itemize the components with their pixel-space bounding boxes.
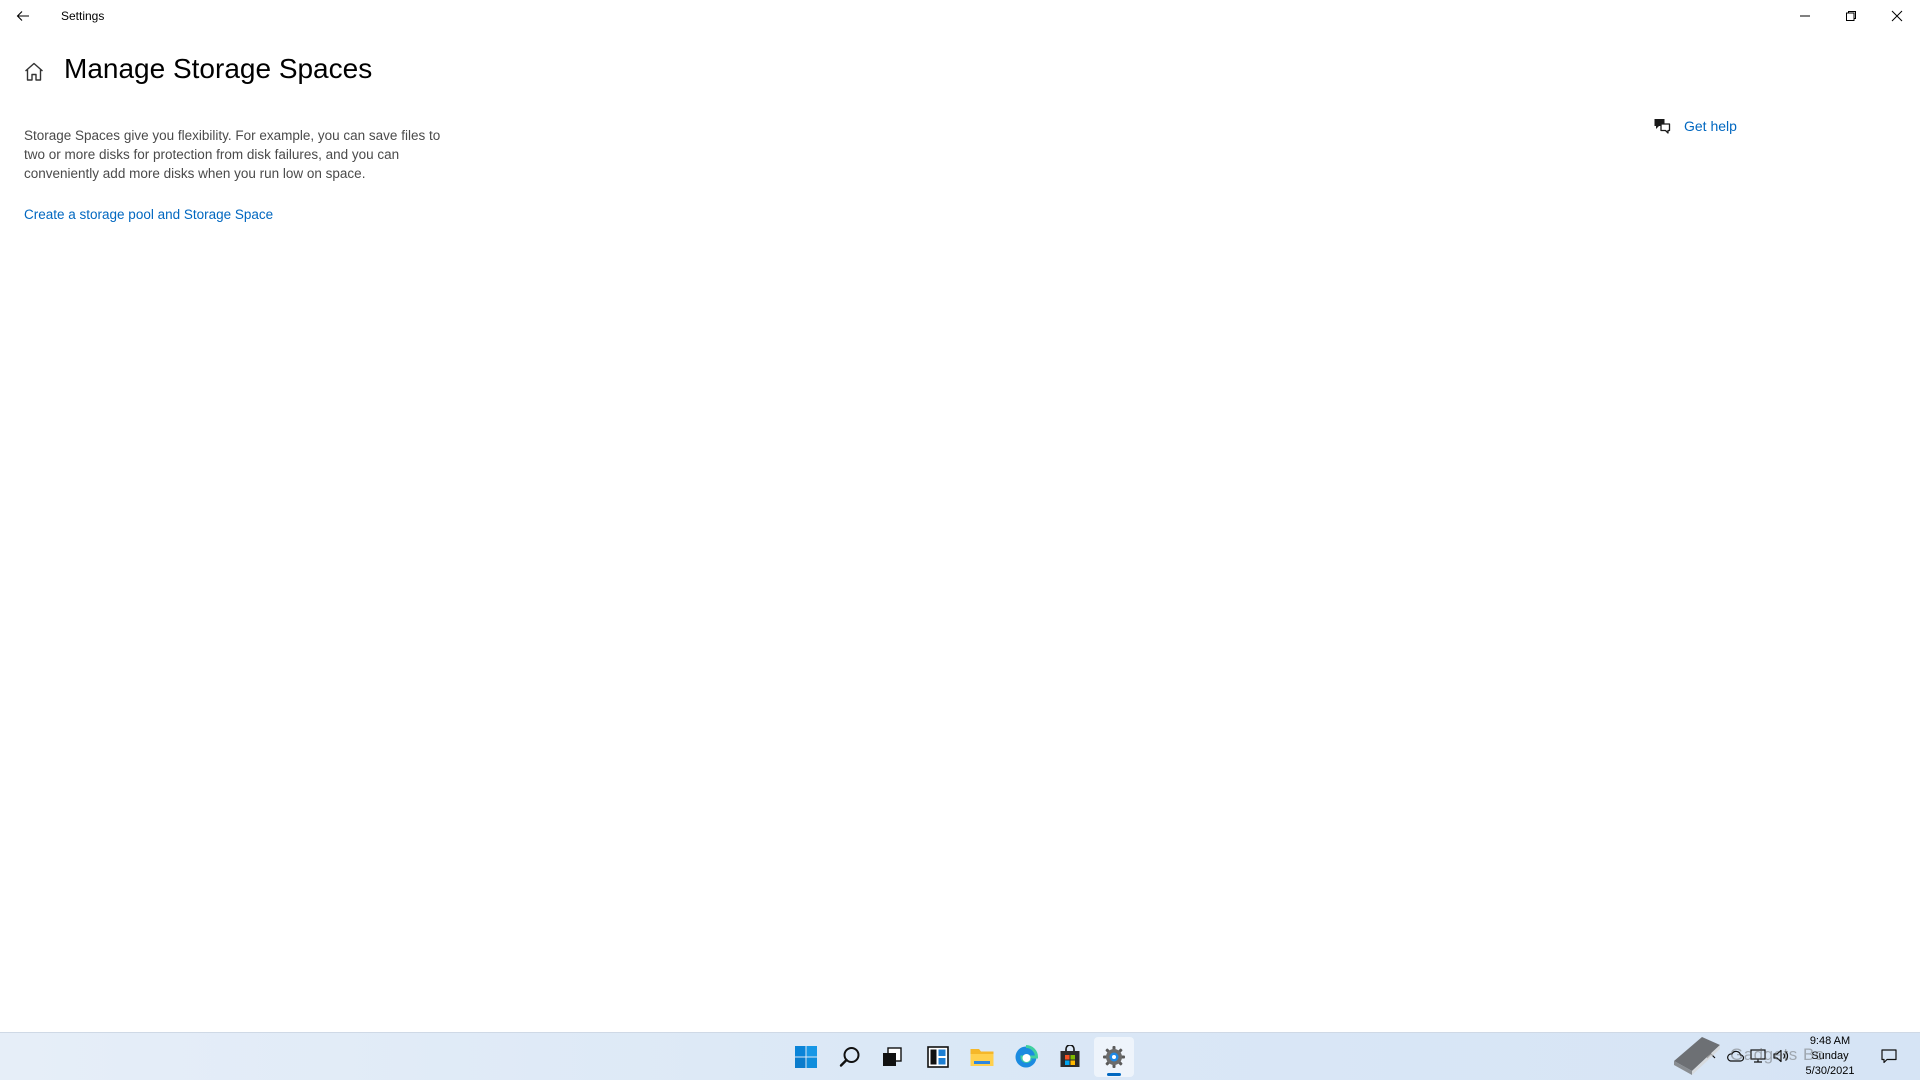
settings-window: Settings Manage Storage Spaces Storage S… [0, 0, 1920, 1080]
search-button[interactable] [830, 1037, 870, 1077]
task-view-icon [883, 1047, 902, 1066]
settings-taskbar-button[interactable] [1094, 1037, 1134, 1077]
chat-help-icon [1654, 119, 1671, 134]
taskbar [0, 1032, 1920, 1080]
home-button[interactable] [22, 60, 46, 84]
widgets-button[interactable] [918, 1037, 958, 1077]
settings-icon [1103, 1046, 1125, 1068]
restore-button[interactable] [1828, 0, 1874, 32]
search-icon [839, 1047, 860, 1067]
close-button[interactable] [1874, 0, 1920, 32]
notification-icon [1881, 1049, 1897, 1064]
task-view-button[interactable] [872, 1037, 912, 1077]
edge-button[interactable] [1006, 1037, 1046, 1077]
minimize-button[interactable] [1782, 0, 1828, 32]
create-storage-pool-link[interactable]: Create a storage pool and Storage Space [24, 207, 273, 222]
watermark-text: Gadgets Bo [1730, 1045, 1825, 1064]
description-text: Storage Spaces give you flexibility. For… [24, 128, 441, 181]
restore-icon [1846, 11, 1856, 21]
edge-icon [1015, 1045, 1038, 1068]
start-button[interactable] [786, 1037, 826, 1077]
get-help-link[interactable]: Get help [1684, 118, 1737, 134]
back-arrow-icon [16, 11, 29, 21]
title-bar: Settings [0, 0, 1920, 32]
clock-date: 5/30/2021 [1805, 1065, 1855, 1077]
file-explorer-button[interactable] [962, 1037, 1002, 1077]
page-title: Manage Storage Spaces [64, 53, 373, 84]
close-icon [1891, 10, 1903, 22]
window-title: Settings [61, 9, 105, 23]
store-button[interactable] [1050, 1037, 1090, 1077]
widgets-icon [927, 1046, 949, 1068]
file-explorer-icon [970, 1049, 994, 1066]
get-help-group[interactable]: Get help [1652, 116, 1737, 136]
book-watermark-icon [1674, 1037, 1720, 1075]
notifications-button[interactable] [1878, 1045, 1900, 1067]
home-icon [25, 62, 43, 81]
store-icon [1060, 1045, 1080, 1067]
start-icon [795, 1046, 817, 1068]
back-button[interactable] [0, 0, 46, 32]
minimize-icon [1800, 15, 1810, 17]
